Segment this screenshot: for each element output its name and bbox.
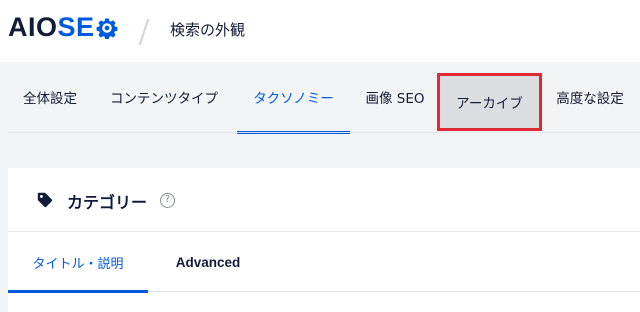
tab-advanced[interactable]: 高度な設定 [548,62,632,132]
aioseo-logo[interactable]: AIO SE [8,14,118,41]
tag-icon [37,192,53,208]
subtab-advanced[interactable]: Advanced [158,232,258,292]
tab-image-seo[interactable]: 画像 SEO [358,62,432,132]
tab-general-settings[interactable]: 全体設定 [8,62,92,132]
tab-archives[interactable]: アーカイブ [437,73,542,131]
logo-text-aio: AIO [8,12,58,42]
logo-text-seo: SE [57,12,95,42]
top-header: AIO SE 検索の外観 [0,0,640,62]
tab-taxonomies[interactable]: タクソノミー [237,62,350,134]
tab-content-types[interactable]: コンテンツタイプ [100,62,228,132]
category-card: カテゴリー ? タイトル・説明 Advanced [8,168,640,312]
help-icon[interactable]: ? [160,193,175,208]
subtab-title-description[interactable]: タイトル・説明 [8,232,148,293]
settings-tabs: 全体設定 コンテンツタイプ タクソノミー 画像 SEO アーカイブ 高度な設定 [0,62,640,134]
card-header: カテゴリー ? [8,168,640,232]
breadcrumb-separator [138,19,150,45]
page-title: 検索の外観 [170,21,246,39]
card-subtabs: タイトル・説明 Advanced [8,232,640,293]
gear-icon [96,17,118,39]
tabs-divider [8,132,640,133]
card-title: カテゴリー [67,193,148,212]
